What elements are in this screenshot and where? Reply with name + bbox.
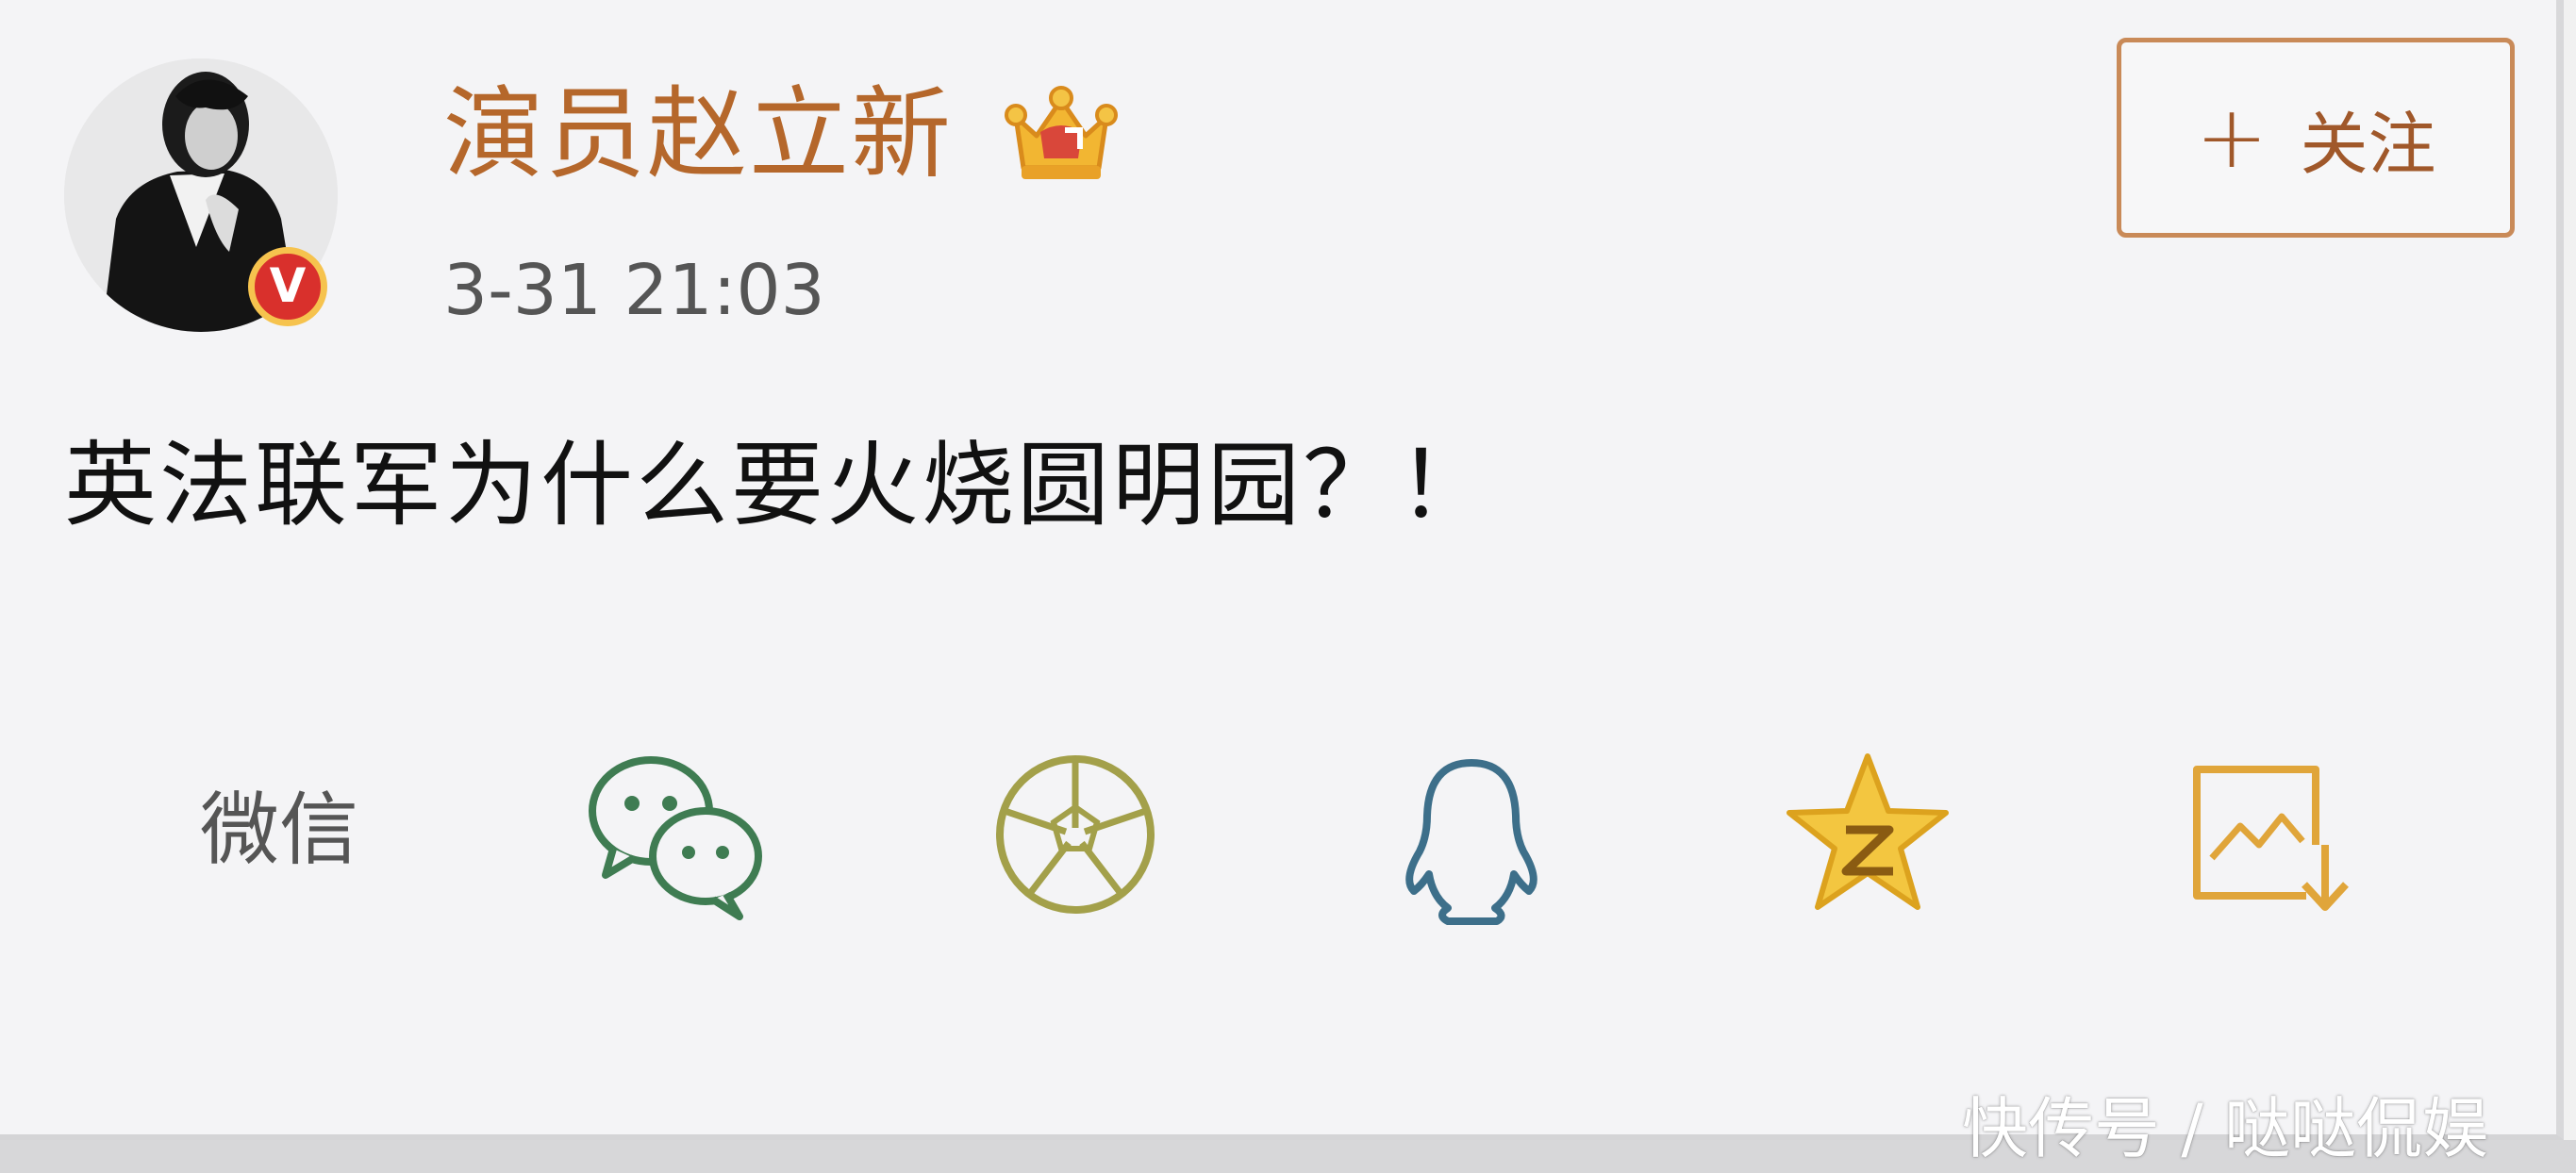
author-avatar[interactable]: V (64, 58, 342, 337)
weibo-post-card: V 演员赵立新 3-31 21:03 + 关注 英法联军为什么要火烧圆明园？！ … (0, 0, 2564, 1140)
verified-badge: V (248, 247, 327, 326)
watermark: 快传号 / 哒哒侃娱 (1962, 1090, 2489, 1167)
post-timestamp: 3-31 21:03 (443, 250, 825, 331)
save-image-icon[interactable] (2184, 754, 2363, 933)
qzone-icon[interactable] (1778, 745, 1957, 924)
author-name[interactable]: 演员赵立新 (443, 74, 953, 196)
moments-icon[interactable] (986, 745, 1165, 924)
crown-icon (1005, 81, 1118, 187)
wechat-icon[interactable] (585, 745, 764, 924)
post-content: 英法联军为什么要火烧圆明园？！ (64, 432, 1494, 539)
follow-label: 关注 (2300, 104, 2436, 184)
plus-icon: + (2195, 87, 2269, 188)
follow-button[interactable]: + 关注 (2117, 38, 2515, 238)
share-label: 微信 (200, 784, 359, 876)
qq-icon[interactable] (1382, 750, 1561, 929)
